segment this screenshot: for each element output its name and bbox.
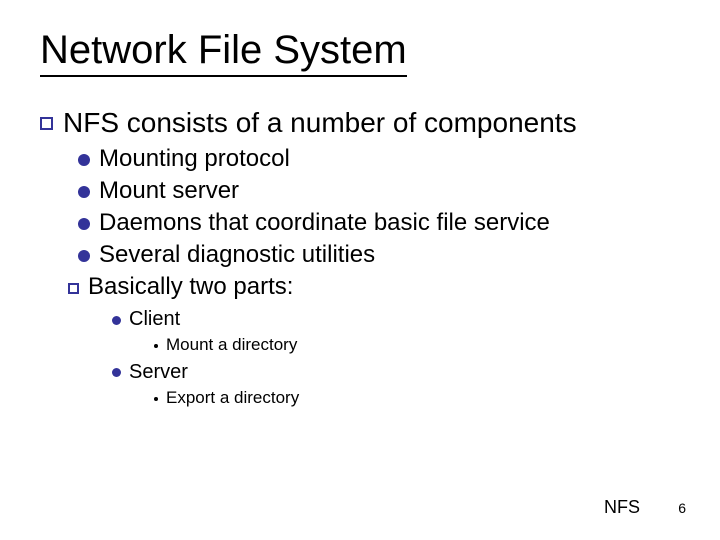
footer-label: NFS xyxy=(604,497,640,518)
bullet-text: Client xyxy=(129,306,180,332)
bullet-level2: Mounting protocol xyxy=(78,144,680,174)
bullet-level1: Basically two parts: xyxy=(68,272,680,302)
page-number: 6 xyxy=(678,500,686,516)
bullet-level2: Daemons that coordinate basic file servi… xyxy=(78,208,680,238)
circle-bullet-icon xyxy=(78,154,90,166)
bullet-text: Mounting protocol xyxy=(99,144,290,174)
slide-title: Network File System xyxy=(40,28,407,77)
bullet-level2: Several diagnostic utilities xyxy=(78,240,680,270)
circle-bullet-icon xyxy=(78,250,90,262)
slide: Network File System NFS consists of a nu… xyxy=(0,0,720,540)
circle-bullet-icon xyxy=(78,186,90,198)
bullet-level4: Export a directory xyxy=(154,387,680,410)
bullet-level4: Mount a directory xyxy=(154,334,680,357)
circle-bullet-icon xyxy=(112,316,121,325)
bullet-text: Basically two parts: xyxy=(88,272,293,302)
bullet-level1: NFS consists of a number of components xyxy=(40,105,680,140)
circle-bullet-icon xyxy=(112,368,121,377)
bullet-level3: Client xyxy=(112,306,680,332)
bullet-text: Mount a directory xyxy=(166,334,297,357)
bullet-text: Export a directory xyxy=(166,387,299,410)
bullet-level3: Server xyxy=(112,359,680,385)
circle-bullet-icon xyxy=(78,218,90,230)
bullet-text: Several diagnostic utilities xyxy=(99,240,375,270)
bullet-text: Server xyxy=(129,359,188,385)
bullet-text: NFS consists of a number of components xyxy=(63,105,577,140)
dot-bullet-icon xyxy=(154,397,158,401)
dot-bullet-icon xyxy=(154,344,158,348)
bullet-level2: Mount server xyxy=(78,176,680,206)
square-bullet-icon xyxy=(40,117,53,130)
bullet-text: Daemons that coordinate basic file servi… xyxy=(99,208,550,238)
square-bullet-icon xyxy=(68,283,79,294)
bullet-text: Mount server xyxy=(99,176,239,206)
